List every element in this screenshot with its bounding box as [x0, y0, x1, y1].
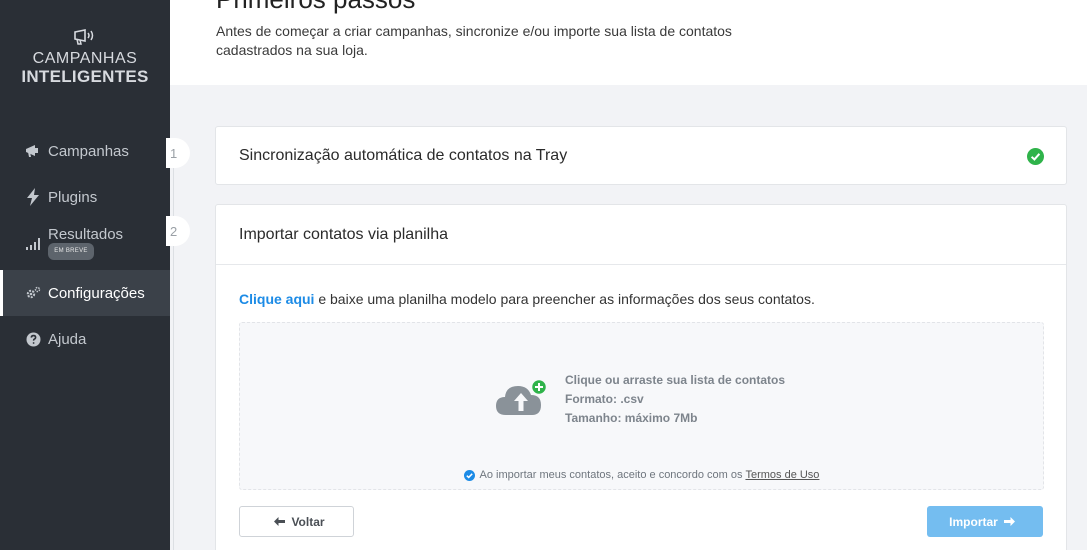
dropzone-size: Tamanho: máximo 7Mb [565, 411, 698, 425]
import-button[interactable]: Importar [927, 506, 1043, 537]
sidebar-item-label: Campanhas [48, 142, 129, 160]
sidebar-item-resultados[interactable]: Resultados EM BREVE [0, 220, 170, 266]
arrow-right-icon [1003, 517, 1015, 526]
arrow-left-icon [274, 517, 286, 526]
dropzone-line1: Clique ou arraste sua lista de contatos [565, 373, 786, 387]
dropzone-format: Formato: .csv [565, 392, 644, 406]
sidebar-item-campanhas[interactable]: Campanhas [0, 128, 170, 174]
check-circle-icon[interactable] [463, 469, 475, 481]
steps-timeline [173, 138, 174, 550]
question-icon [24, 330, 42, 348]
sidebar-item-plugins[interactable]: Plugins [0, 174, 170, 220]
sidebar-item-label: Plugins [48, 188, 98, 206]
sidebar-item-label: Ajuda [48, 330, 87, 348]
sidebar-item-ajuda[interactable]: Ajuda [0, 316, 170, 362]
coming-soon-badge: EM BREVE [48, 242, 94, 260]
terms-text: Ao importar meus contatos, aceito e conc… [479, 469, 743, 481]
megaphone-icon [24, 142, 42, 160]
import-card-title: Importar contatos via planilha [239, 226, 448, 243]
bar-chart-icon [24, 234, 42, 252]
brand-line1: CAMPANHAS [32, 50, 138, 67]
dropzone-text: Clique ou arraste sua lista de contatos … [565, 371, 785, 428]
page-title: Primeiros passos [216, 0, 415, 15]
megaphone-icon [74, 29, 94, 45]
bolt-icon [24, 188, 42, 206]
template-instruction: Clique aqui e baixe uma planilha modelo … [239, 291, 815, 307]
page-header: Primeiros passos Antes de começar a cria… [170, 0, 1087, 85]
import-card: Importar contatos via planilha Clique aq… [215, 204, 1067, 550]
step-number-1: 1 [166, 138, 190, 168]
page-description: Antes de começar a criar campanhas, sinc… [216, 23, 732, 58]
cloud-upload-icon [496, 378, 548, 415]
gear-icon [24, 284, 42, 302]
terms-of-use-link[interactable]: Termos de Uso [745, 469, 819, 481]
card-divider [216, 264, 1066, 265]
sync-card-title: Sincronização automática de contatos na … [239, 147, 568, 164]
back-button-label: Voltar [291, 514, 325, 529]
sidebar-item-configuracoes[interactable]: Configurações [0, 270, 170, 316]
sidebar-item-label: Configurações [48, 284, 145, 302]
sync-card[interactable]: Sincronização automática de contatos na … [215, 126, 1067, 185]
brand-line2: INTELIGENTES [21, 67, 149, 86]
step-number-2: 2 [166, 216, 190, 246]
back-button[interactable]: Voltar [239, 506, 354, 537]
brand-logo[interactable]: CAMPANHAS INTELIGENTES [0, 28, 170, 86]
instruction-text: e baixe uma planilha modelo para preench… [314, 291, 815, 307]
sidebar-item-label: Resultados [48, 225, 124, 243]
check-circle-icon [1027, 148, 1044, 165]
terms-agreement: Ao importar meus contatos, aceito e conc… [240, 469, 1043, 481]
sidebar: CAMPANHAS INTELIGENTES Campanhas Plugins… [0, 0, 170, 550]
file-dropzone[interactable]: Clique ou arraste sua lista de contatos … [239, 322, 1044, 490]
import-button-label: Importar [949, 514, 998, 529]
download-template-link[interactable]: Clique aqui [239, 291, 314, 307]
